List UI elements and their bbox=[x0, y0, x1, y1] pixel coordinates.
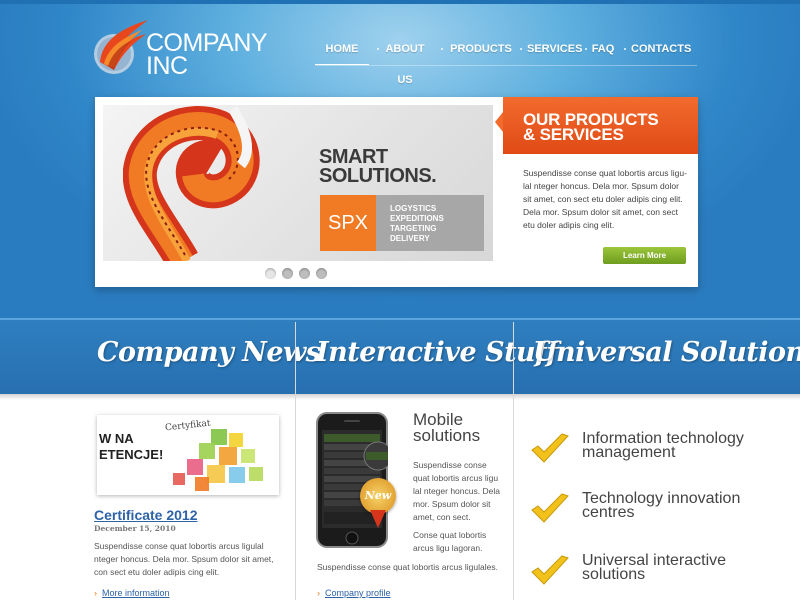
slider-pagination bbox=[265, 268, 335, 280]
band-shadow bbox=[0, 394, 800, 400]
nav-separator bbox=[441, 48, 443, 50]
slider-dot-3[interactable] bbox=[299, 268, 310, 279]
products-text: Suspendisse conse quat lobortis arcus li… bbox=[523, 168, 687, 230]
nav-item-services[interactable]: SERVICES bbox=[527, 34, 582, 65]
company-logo[interactable]: COMPANY INC bbox=[92, 18, 282, 88]
more-information-link[interactable]: More information bbox=[94, 588, 170, 598]
certificate-thumbnail[interactable]: Certyfikat W NA ETENCJE! bbox=[97, 415, 279, 495]
nav-item-contacts[interactable]: CONTACTS bbox=[631, 34, 691, 65]
hero-slide-image: SMART SOLUTIONS. SPX LOGYSTICS EXPEDITIO… bbox=[103, 105, 493, 261]
interactive-stuff-title: Interactive Stuff bbox=[316, 337, 558, 368]
news-text: Suspendisse conse quat lobortis arcus li… bbox=[94, 541, 274, 577]
solution-line2: centres bbox=[582, 504, 635, 521]
main-nav: HOME ABOUT US PRODUCTS SERVICES FAQ CONT… bbox=[315, 34, 697, 86]
hero-headline-line2: SOLUTIONS. bbox=[319, 165, 437, 187]
logo-flame-icon bbox=[94, 20, 148, 74]
certificate-line1: W NA bbox=[99, 431, 134, 446]
checkmark-icon bbox=[531, 555, 569, 585]
company-profile-link[interactable]: Company profile bbox=[317, 588, 391, 598]
news-date: December 15, 2010 bbox=[94, 524, 176, 533]
hero-headline: SMART SOLUTIONS. bbox=[319, 147, 437, 187]
checkmark-icon bbox=[531, 493, 569, 523]
solution-line2: solutions bbox=[582, 566, 646, 583]
nav-item-home[interactable]: HOME bbox=[315, 34, 369, 65]
hero-slider: SMART SOLUTIONS. SPX LOGYSTICS EXPEDITIO… bbox=[95, 97, 698, 287]
interactive-text-2: Conse quat lobortis arcus ligu lagoran. bbox=[413, 530, 487, 553]
logo-text: COMPANY INC bbox=[146, 31, 268, 80]
interactive-text-3: Suspendisse conse quat lobortis arcus li… bbox=[317, 562, 498, 572]
solution-text: Technology innovation centres bbox=[582, 491, 740, 521]
column-divider bbox=[513, 322, 514, 600]
column-divider bbox=[295, 322, 296, 600]
universal-solutions-title: Universal Solutions bbox=[533, 337, 800, 368]
solution-text: Information technology management bbox=[582, 431, 744, 461]
certificate-cubes-graphic bbox=[173, 429, 263, 491]
products-panel: OUR PRODUCTS & SERVICES Suspendisse cons… bbox=[495, 97, 698, 287]
nav-item-about-us[interactable]: ABOUT US bbox=[377, 34, 433, 86]
slider-dot-4[interactable] bbox=[316, 268, 327, 279]
learn-more-button[interactable]: Learn More bbox=[603, 247, 686, 264]
solution-item: Technology innovation centres bbox=[530, 491, 790, 542]
mobile-title-line2: solutions bbox=[413, 426, 481, 445]
logo-line2: INC bbox=[146, 52, 188, 80]
spx-service-item: LOGYSTICS bbox=[390, 204, 437, 213]
certificate-line2: ETENCJE! bbox=[99, 447, 164, 462]
spx-service-item: EXPEDITIONS bbox=[390, 214, 444, 223]
new-badge: New bbox=[360, 478, 396, 514]
nav-item-faq[interactable]: FAQ bbox=[591, 34, 615, 65]
spiral-graphic bbox=[123, 106, 260, 261]
solution-line2: management bbox=[582, 444, 676, 461]
spx-services-list: LOGYSTICS EXPEDITIONS TARGETING DELIVERY bbox=[376, 195, 484, 251]
products-heading: OUR PRODUCTS & SERVICES bbox=[503, 97, 698, 154]
spx-service-item: TARGETING bbox=[390, 224, 437, 233]
spx-service-item: DELIVERY bbox=[390, 234, 430, 243]
top-strip bbox=[0, 0, 800, 4]
products-arrow-icon bbox=[495, 112, 503, 132]
nav-separator bbox=[520, 48, 522, 50]
products-heading-line2: & SERVICES bbox=[523, 125, 624, 144]
nav-item-products[interactable]: PRODUCTS bbox=[449, 34, 513, 65]
spx-badge: SPX bbox=[320, 195, 376, 251]
slider-dot-2[interactable] bbox=[282, 268, 293, 279]
news-title-link[interactable]: Certificate 2012 bbox=[94, 507, 198, 523]
nav-separator bbox=[624, 48, 626, 50]
mobile-solutions-title: Mobile solutions bbox=[413, 411, 481, 445]
slider-dot-1[interactable] bbox=[265, 268, 276, 279]
nav-separator bbox=[585, 48, 587, 50]
nav-underline bbox=[315, 65, 697, 66]
checkmark-icon bbox=[531, 433, 569, 463]
solution-text: Universal interactive solutions bbox=[582, 553, 726, 583]
badge-ribbon-icon bbox=[370, 510, 386, 528]
interactive-text-1: Suspendisse conse quat lobortis arcus li… bbox=[413, 460, 500, 522]
new-badge-label: New bbox=[364, 489, 392, 502]
company-news-title: Company News bbox=[97, 337, 321, 368]
solution-item: Universal interactive solutions bbox=[530, 553, 790, 600]
solution-item: Information technology management bbox=[530, 431, 790, 482]
